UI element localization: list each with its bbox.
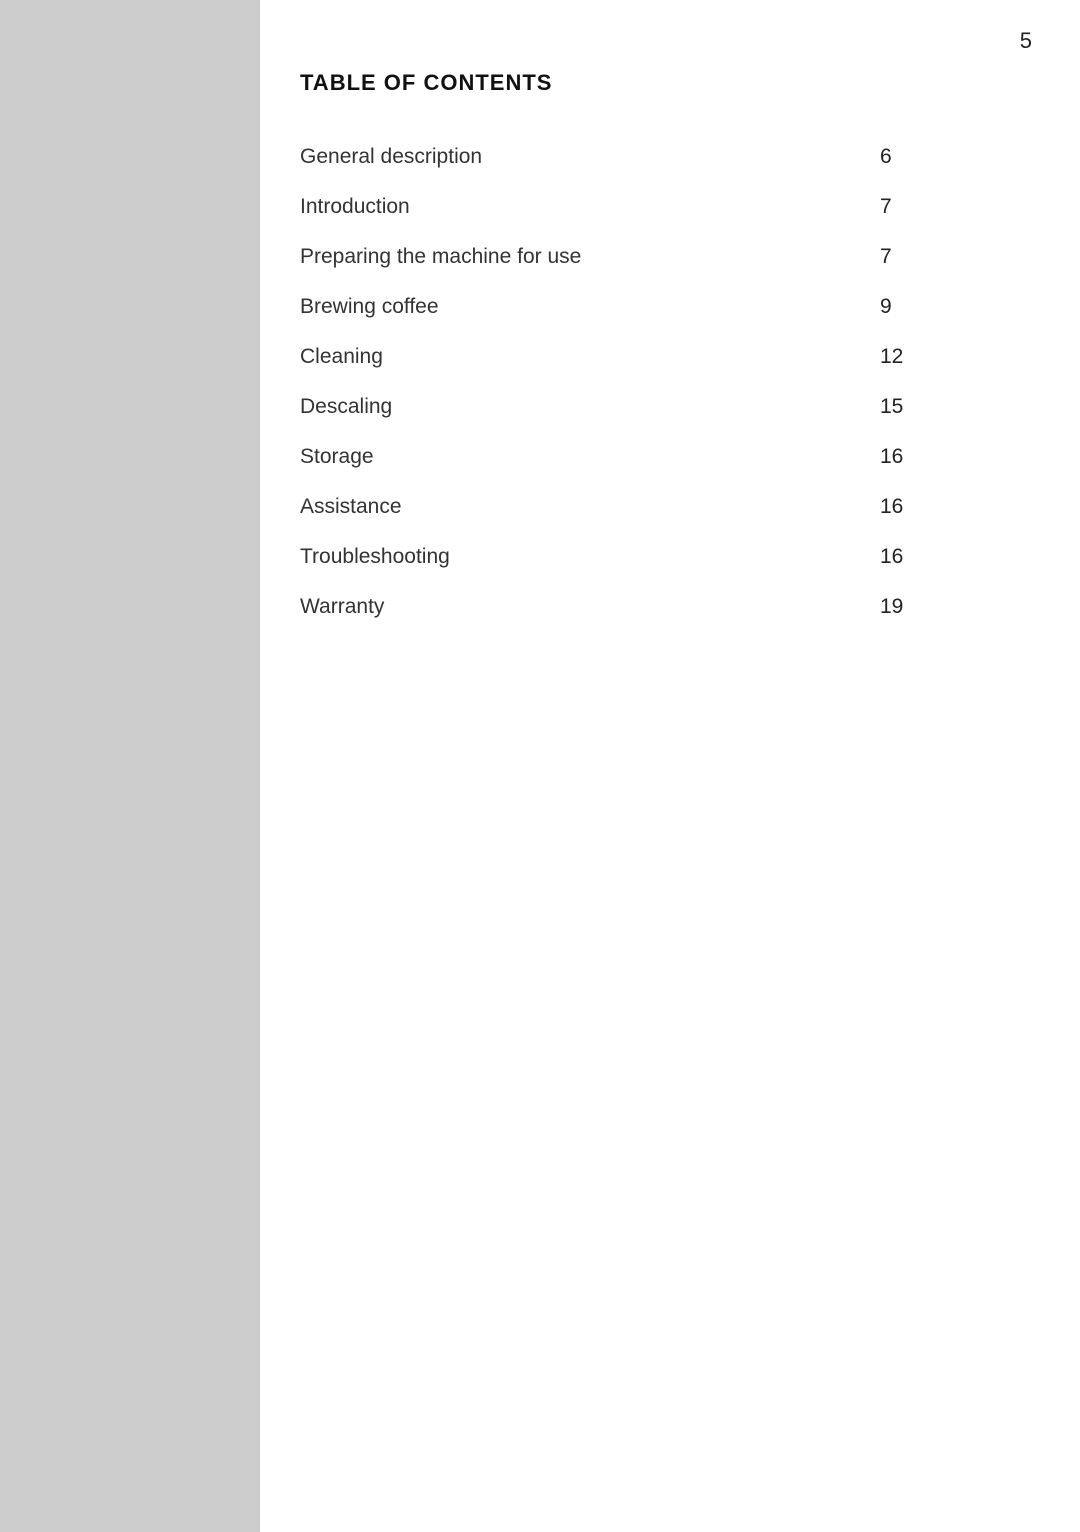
toc-row: Troubleshooting16 xyxy=(300,532,1000,582)
toc-entry-title: Assistance xyxy=(300,482,860,532)
toc-entry-title: Brewing coffee xyxy=(300,282,860,332)
toc-entry-title: General description xyxy=(300,132,860,182)
toc-entry-page: 7 xyxy=(860,232,1000,282)
toc-row: General description6 xyxy=(300,132,1000,182)
toc-entry-title: Cleaning xyxy=(300,332,860,382)
toc-title: TABLE OF CONTENTS xyxy=(300,70,1000,96)
toc-row: Introduction7 xyxy=(300,182,1000,232)
toc-entry-title: Storage xyxy=(300,432,860,482)
toc-entry-page: 9 xyxy=(860,282,1000,332)
toc-entry-title: Preparing the machine for use xyxy=(300,232,860,282)
toc-entry-title: Introduction xyxy=(300,182,860,232)
toc-row: Cleaning12 xyxy=(300,332,1000,382)
toc-entry-title: Warranty xyxy=(300,582,860,632)
toc-row: Warranty19 xyxy=(300,582,1000,632)
toc-entry-page: 6 xyxy=(860,132,1000,182)
toc-entry-page: 16 xyxy=(860,532,1000,582)
toc-row: Brewing coffee9 xyxy=(300,282,1000,332)
sidebar-panel xyxy=(0,0,260,1532)
toc-table: General description6Introduction7Prepari… xyxy=(300,132,1000,632)
toc-row: Preparing the machine for use7 xyxy=(300,232,1000,282)
toc-entry-page: 16 xyxy=(860,432,1000,482)
toc-entry-page: 12 xyxy=(860,332,1000,382)
content-area: TABLE OF CONTENTS General description6In… xyxy=(300,70,1000,632)
toc-row: Storage16 xyxy=(300,432,1000,482)
toc-entry-title: Troubleshooting xyxy=(300,532,860,582)
toc-entry-page: 15 xyxy=(860,382,1000,432)
toc-entry-page: 7 xyxy=(860,182,1000,232)
toc-row: Descaling15 xyxy=(300,382,1000,432)
page-number: 5 xyxy=(1020,28,1032,54)
toc-row: Assistance16 xyxy=(300,482,1000,532)
toc-entry-page: 19 xyxy=(860,582,1000,632)
toc-entry-page: 16 xyxy=(860,482,1000,532)
toc-entry-title: Descaling xyxy=(300,382,860,432)
